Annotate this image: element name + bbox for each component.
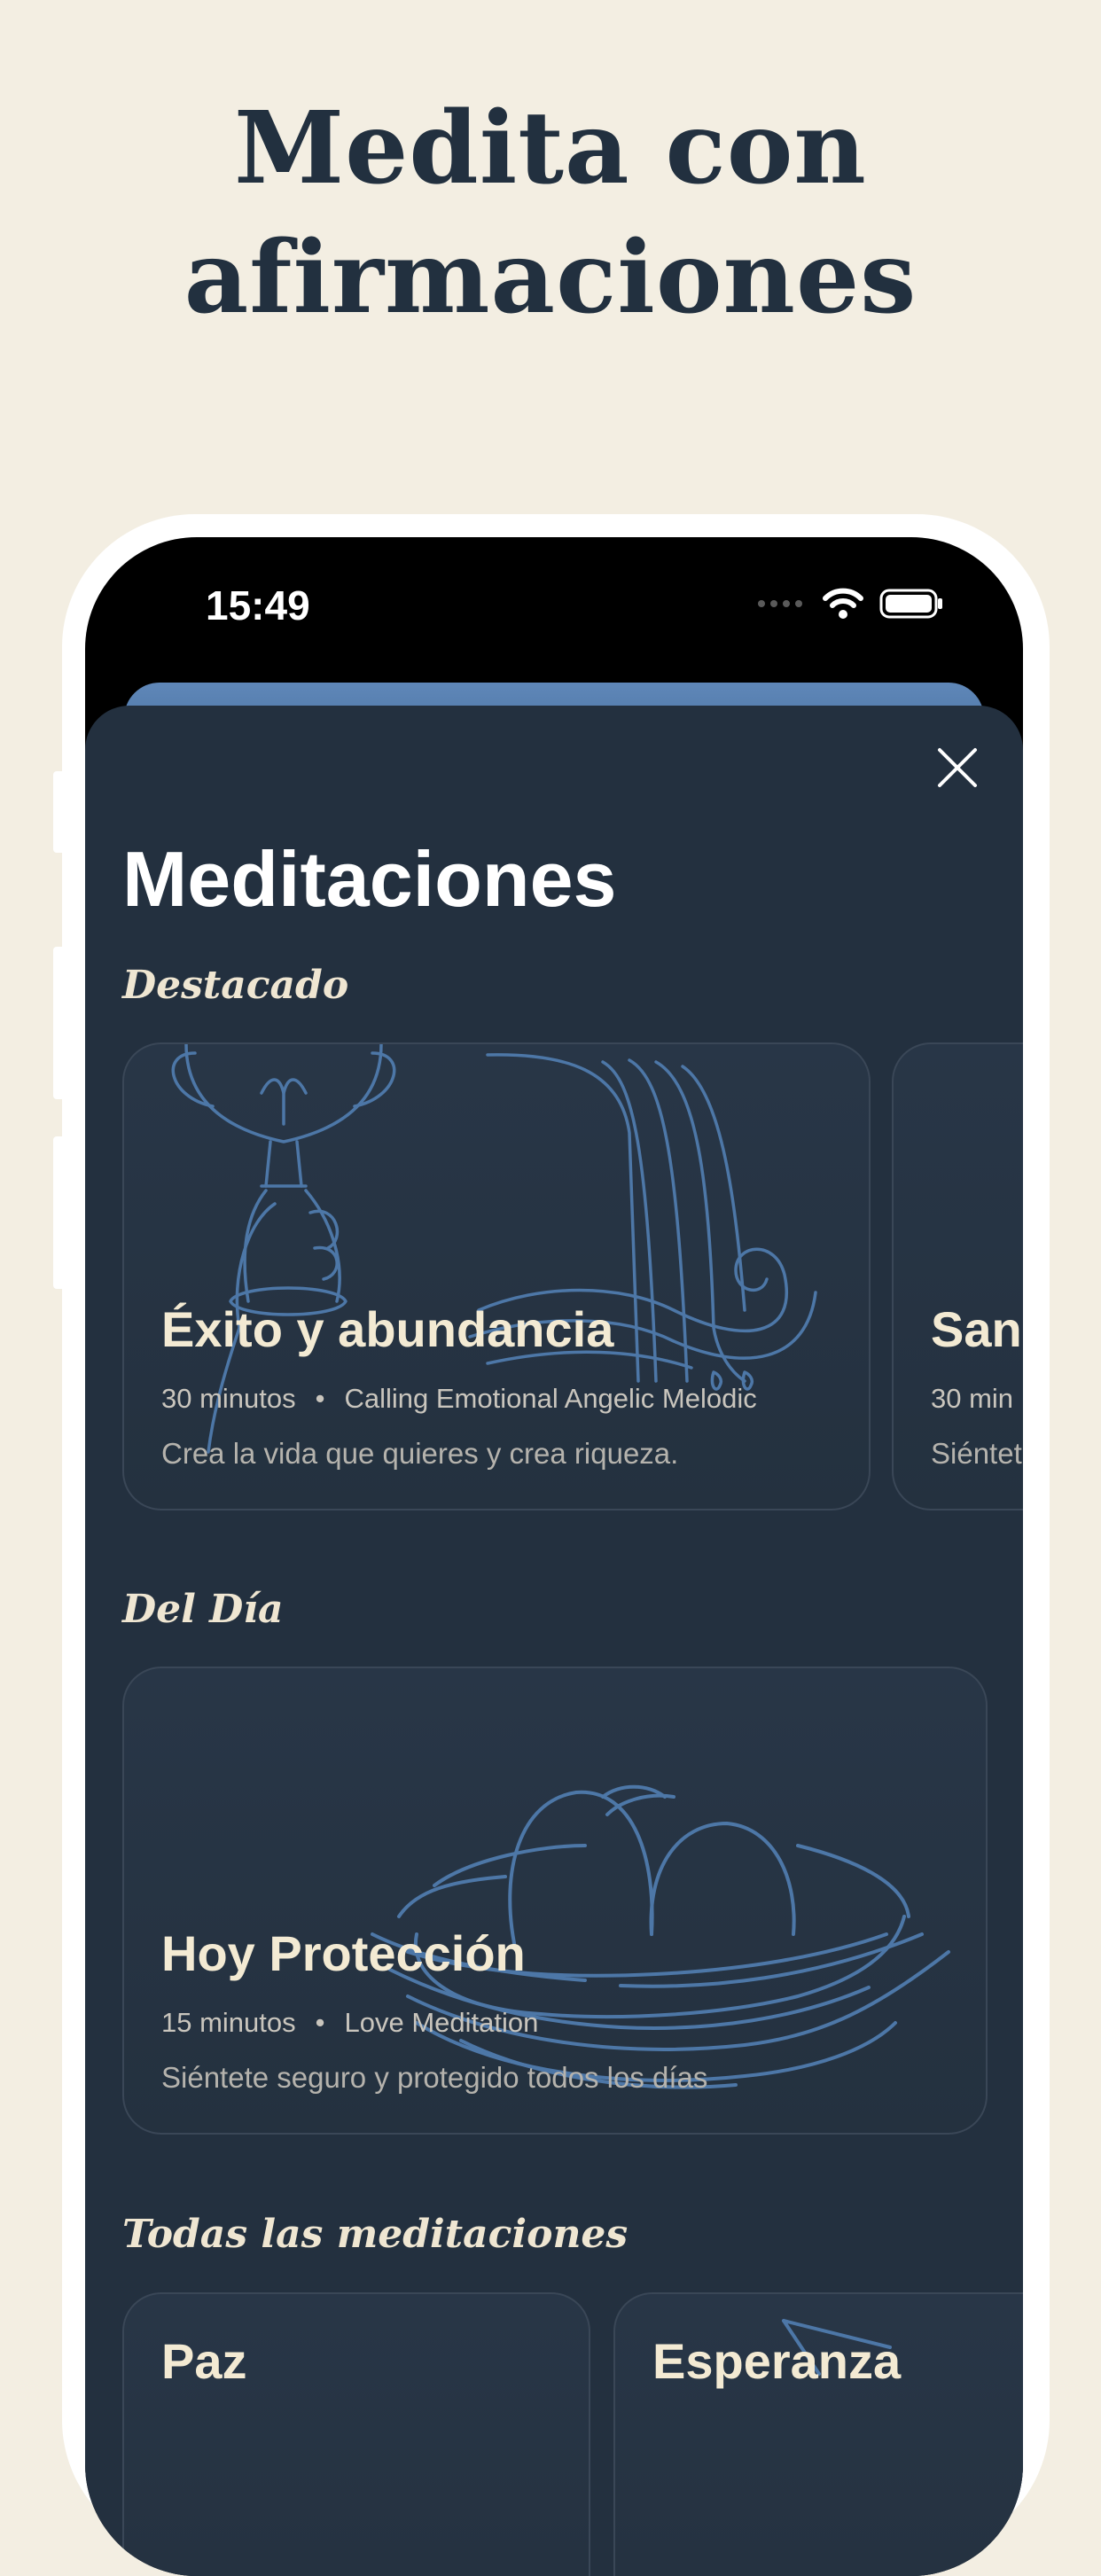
phone-volume-down-button	[53, 1136, 66, 1289]
meditation-card[interactable]: Paz	[122, 2292, 590, 2576]
featured-card[interactable]: San 30 min Siéntet	[892, 1042, 1023, 1510]
daily-card[interactable]: Hoy Protección 15 minutos • Love Meditatio…	[122, 1667, 988, 2135]
card-duration: 30 minutos	[161, 1383, 296, 1414]
card-duration: 15 minutos	[161, 2007, 296, 2038]
close-icon[interactable]	[931, 741, 984, 794]
card-title: Éxito y abundancia	[161, 1301, 614, 1357]
battery-icon	[879, 589, 942, 619]
headline-line-1: Medita con	[234, 90, 867, 207]
wifi-icon	[823, 588, 863, 619]
section-label-featured: Destacado	[122, 963, 349, 1008]
card-title: San	[931, 1301, 1022, 1357]
card-title: Paz	[161, 2333, 247, 2389]
separator-dot: •	[315, 1383, 325, 1414]
phone-screen: 15:49 Meditaciones Destacado Éxito y abu…	[85, 537, 1023, 2576]
status-time: 15:49	[206, 582, 310, 628]
section-label-daily: Del Día	[122, 1587, 284, 1632]
card-description: Siéntet	[931, 1437, 1022, 1470]
separator-dot: •	[315, 2007, 325, 2038]
card-description: Crea la vida que quieres y crea riqueza.	[161, 1437, 679, 1470]
card-title: Esperanza	[652, 2333, 902, 2389]
headline: Medita con afirmaciones	[0, 84, 1101, 343]
meditations-sheet: Meditaciones Destacado Éxito y abundanci…	[85, 706, 1023, 2576]
status-icons	[757, 582, 943, 626]
card-meta: 15 minutos • Love Meditation	[161, 2005, 538, 2041]
sheet-title: Meditaciones	[122, 835, 617, 923]
card-duration: 30 min	[931, 1383, 1014, 1414]
card-artist: Love Meditation	[344, 2007, 539, 2038]
signal-dots-icon	[758, 600, 802, 607]
card-meta: 30 minutos • Calling Emotional Angelic Mel…	[161, 1381, 757, 1417]
card-description: Siéntete seguro y protegido todos los dí…	[161, 2061, 708, 2094]
card-artist: Calling Emotional Angelic Melodic	[344, 1383, 757, 1414]
headline-line-2: afirmaciones	[184, 220, 918, 336]
section-label-all: Todas las meditaciones	[122, 2212, 629, 2257]
phone-volume-up-button	[53, 947, 66, 1099]
meditation-card[interactable]: Esperanza	[613, 2292, 1023, 2576]
phone-side-button	[53, 771, 66, 853]
featured-card[interactable]: Éxito y abundancia 30 minutos • Calling Em…	[122, 1042, 871, 1510]
card-title: Hoy Protección	[161, 1925, 526, 1981]
